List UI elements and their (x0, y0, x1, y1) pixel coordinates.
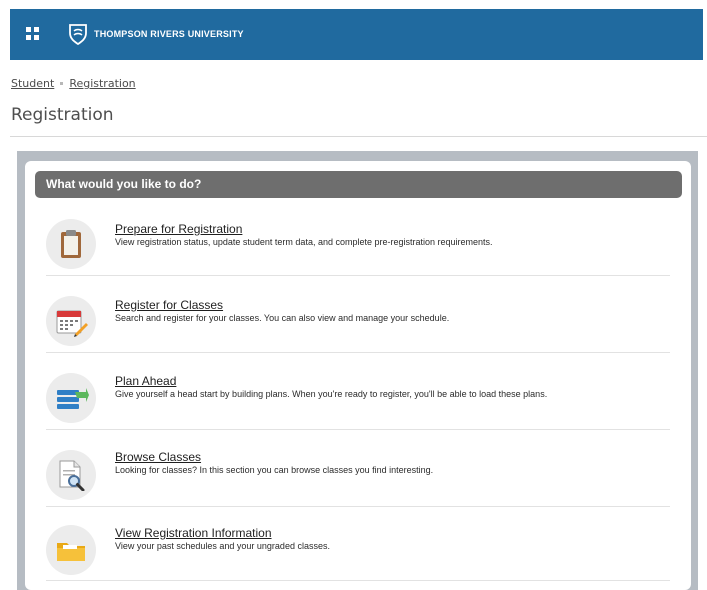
folder-icon[interactable] (46, 525, 96, 575)
list-item-register-for-classes: Register for Classes Search and register… (46, 276, 670, 353)
prepare-for-registration-link[interactable]: Prepare for Registration (115, 222, 242, 236)
university-shield-icon (69, 24, 87, 45)
university-name: THOMPSON RIVERS UNIVERSITY (94, 29, 244, 39)
list-item-prepare-for-registration: Prepare for Registration View registrati… (46, 199, 670, 276)
list-item-plan-ahead: Plan Ahead Give yourself a head start by… (46, 353, 670, 430)
plan-ahead-link[interactable]: Plan Ahead (115, 374, 176, 388)
view-registration-information-link[interactable]: View Registration Information (115, 526, 272, 540)
list-arrow-icon[interactable] (46, 373, 96, 423)
view-registration-information-description: View your past schedules and your ungrad… (115, 541, 330, 551)
plan-ahead-description: Give yourself a head start by building p… (115, 389, 548, 399)
grid-icon[interactable] (26, 27, 40, 41)
breadcrumb-student[interactable]: Student (11, 77, 54, 90)
breadcrumb: Student Registration (11, 77, 136, 90)
document-magnifier-icon[interactable] (46, 450, 96, 500)
prepare-for-registration-description: View registration status, update student… (115, 237, 493, 247)
top-navigation-bar: THOMPSON RIVERS UNIVERSITY (10, 9, 703, 60)
list-item-browse-classes: Browse Classes Looking for classes? In t… (46, 430, 670, 507)
register-for-classes-description: Search and register for your classes. Yo… (115, 313, 450, 323)
university-logo[interactable]: THOMPSON RIVERS UNIVERSITY (68, 22, 244, 46)
panel-header-text: What would you like to do? (46, 177, 202, 191)
breadcrumb-registration[interactable]: Registration (69, 77, 135, 90)
breadcrumb-separator (60, 81, 64, 85)
title-divider (10, 136, 707, 137)
list-item-view-registration-information: View Registration Information View your … (46, 507, 670, 581)
page-title: Registration (11, 105, 114, 125)
register-for-classes-link[interactable]: Register for Classes (115, 298, 223, 312)
browse-classes-link[interactable]: Browse Classes (115, 450, 201, 464)
browse-classes-description: Looking for classes? In this section you… (115, 465, 434, 475)
panel-header: What would you like to do? (35, 171, 682, 198)
clipboard-icon[interactable] (46, 219, 96, 269)
calendar-pencil-icon[interactable] (46, 296, 96, 346)
